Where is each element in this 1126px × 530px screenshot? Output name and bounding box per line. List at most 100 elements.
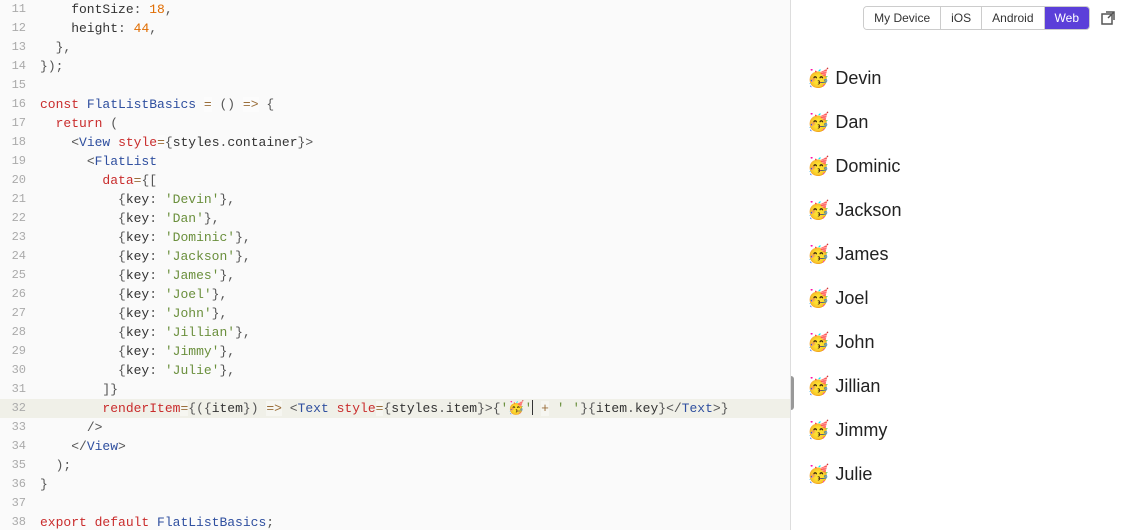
- list-item: 🥳 Joel: [807, 276, 1110, 320]
- line-number: 20: [0, 171, 40, 190]
- list-item-text: Dominic: [835, 156, 900, 177]
- code-line[interactable]: 29 {key: 'Jimmy'},: [0, 342, 790, 361]
- code-content: data={[: [40, 171, 157, 190]
- code-line[interactable]: 24 {key: 'Jackson'},: [0, 247, 790, 266]
- preview-pane: My Device iOS Android Web 🥳 Devin🥳 Dan🥳 …: [791, 0, 1126, 530]
- list-item: 🥳 Jimmy: [807, 408, 1110, 452]
- code-line[interactable]: 26 {key: 'Joel'},: [0, 285, 790, 304]
- code-line[interactable]: 28 {key: 'Jillian'},: [0, 323, 790, 342]
- code-line[interactable]: 14});: [0, 57, 790, 76]
- code-line[interactable]: 33 />: [0, 418, 790, 437]
- party-emoji-icon: 🥳: [807, 68, 829, 89]
- code-content: {key: 'Joel'},: [40, 285, 227, 304]
- code-line[interactable]: 22 {key: 'Dan'},: [0, 209, 790, 228]
- code-content: }: [40, 475, 48, 494]
- code-line[interactable]: 36}: [0, 475, 790, 494]
- tab-android[interactable]: Android: [982, 7, 1044, 29]
- line-number: 34: [0, 437, 40, 456]
- code-line[interactable]: 30 {key: 'Julie'},: [0, 361, 790, 380]
- party-emoji-icon: 🥳: [807, 112, 829, 133]
- line-number: 31: [0, 380, 40, 399]
- code-content: {key: 'Jimmy'},: [40, 342, 235, 361]
- list-item: 🥳 Jillian: [807, 364, 1110, 408]
- tab-web[interactable]: Web: [1045, 7, 1089, 29]
- popout-icon[interactable]: [1100, 10, 1116, 26]
- line-number: 33: [0, 418, 40, 437]
- code-line[interactable]: 12 height: 44,: [0, 19, 790, 38]
- code-line[interactable]: 19 <FlatList: [0, 152, 790, 171]
- line-number: 22: [0, 209, 40, 228]
- code-line[interactable]: 25 {key: 'James'},: [0, 266, 790, 285]
- code-line[interactable]: 18 <View style={styles.container}>: [0, 133, 790, 152]
- party-emoji-icon: 🥳: [807, 288, 829, 309]
- line-number: 36: [0, 475, 40, 494]
- code-line[interactable]: 38export default FlatListBasics;: [0, 513, 790, 530]
- code-content: );: [40, 456, 71, 475]
- list-item-text: Jillian: [835, 376, 880, 397]
- code-line[interactable]: 17 return (: [0, 114, 790, 133]
- line-number: 16: [0, 95, 40, 114]
- preview-header: My Device iOS Android Web: [791, 0, 1126, 34]
- code-content: {key: 'Jackson'},: [40, 247, 251, 266]
- scroll-thumb[interactable]: [791, 376, 794, 410]
- party-emoji-icon: 🥳: [807, 244, 829, 265]
- list-item: 🥳 Jackson: [807, 188, 1110, 232]
- list-item-text: Jimmy: [835, 420, 887, 441]
- code-line[interactable]: 20 data={[: [0, 171, 790, 190]
- code-line[interactable]: 23 {key: 'Dominic'},: [0, 228, 790, 247]
- code-content: ]}: [40, 380, 118, 399]
- list-item-text: James: [835, 244, 888, 265]
- line-number: 19: [0, 152, 40, 171]
- code-content: renderItem={({item}) => <Text style={sty…: [40, 399, 729, 418]
- list-item: 🥳 James: [807, 232, 1110, 276]
- line-number: 29: [0, 342, 40, 361]
- line-number: 27: [0, 304, 40, 323]
- tab-my-device[interactable]: My Device: [864, 7, 941, 29]
- code-line[interactable]: 13 },: [0, 38, 790, 57]
- list-item-text: Julie: [835, 464, 872, 485]
- list-item: 🥳 Dan: [807, 100, 1110, 144]
- tab-ios[interactable]: iOS: [941, 7, 982, 29]
- code-line[interactable]: 35 );: [0, 456, 790, 475]
- code-content: {key: 'Dominic'},: [40, 228, 251, 247]
- list-item: 🥳 Devin: [807, 56, 1110, 100]
- line-number: 17: [0, 114, 40, 133]
- line-number: 18: [0, 133, 40, 152]
- list-item: 🥳 Julie: [807, 452, 1110, 496]
- code-content: {key: 'Dan'},: [40, 209, 220, 228]
- preview-body: 🥳 Devin🥳 Dan🥳 Dominic🥳 Jackson🥳 James🥳 J…: [791, 34, 1126, 530]
- code-content: fontSize: 18,: [40, 0, 173, 19]
- line-number: 37: [0, 494, 40, 513]
- code-line[interactable]: 32 renderItem={({item}) => <Text style={…: [0, 399, 790, 418]
- list-item-text: Devin: [835, 68, 881, 89]
- line-number: 24: [0, 247, 40, 266]
- line-number: 12: [0, 19, 40, 38]
- code-content: />: [40, 418, 102, 437]
- line-number: 21: [0, 190, 40, 209]
- code-line[interactable]: 37: [0, 494, 790, 513]
- code-content: {key: 'James'},: [40, 266, 235, 285]
- list-item-text: Dan: [835, 112, 868, 133]
- list-item-text: John: [835, 332, 874, 353]
- line-number: 13: [0, 38, 40, 57]
- code-content: {key: 'Jillian'},: [40, 323, 251, 342]
- line-number: 26: [0, 285, 40, 304]
- code-line[interactable]: 27 {key: 'John'},: [0, 304, 790, 323]
- party-emoji-icon: 🥳: [807, 420, 829, 441]
- line-number: 28: [0, 323, 40, 342]
- code-line[interactable]: 34 </View>: [0, 437, 790, 456]
- code-editor-pane[interactable]: 11 fontSize: 18,12 height: 44,13 },14});…: [0, 0, 791, 530]
- code-content: const FlatListBasics = () => {: [40, 95, 274, 114]
- code-line[interactable]: 15: [0, 76, 790, 95]
- line-number: 30: [0, 361, 40, 380]
- code-content: });: [40, 57, 63, 76]
- code-line[interactable]: 31 ]}: [0, 380, 790, 399]
- code-content: export default FlatListBasics;: [40, 513, 274, 530]
- code-line[interactable]: 16const FlatListBasics = () => {: [0, 95, 790, 114]
- code-content: {key: 'Julie'},: [40, 361, 235, 380]
- code-line[interactable]: 11 fontSize: 18,: [0, 0, 790, 19]
- party-emoji-icon: 🥳: [807, 200, 829, 221]
- line-number: 11: [0, 0, 40, 19]
- code-content: return (: [40, 114, 118, 133]
- code-line[interactable]: 21 {key: 'Devin'},: [0, 190, 790, 209]
